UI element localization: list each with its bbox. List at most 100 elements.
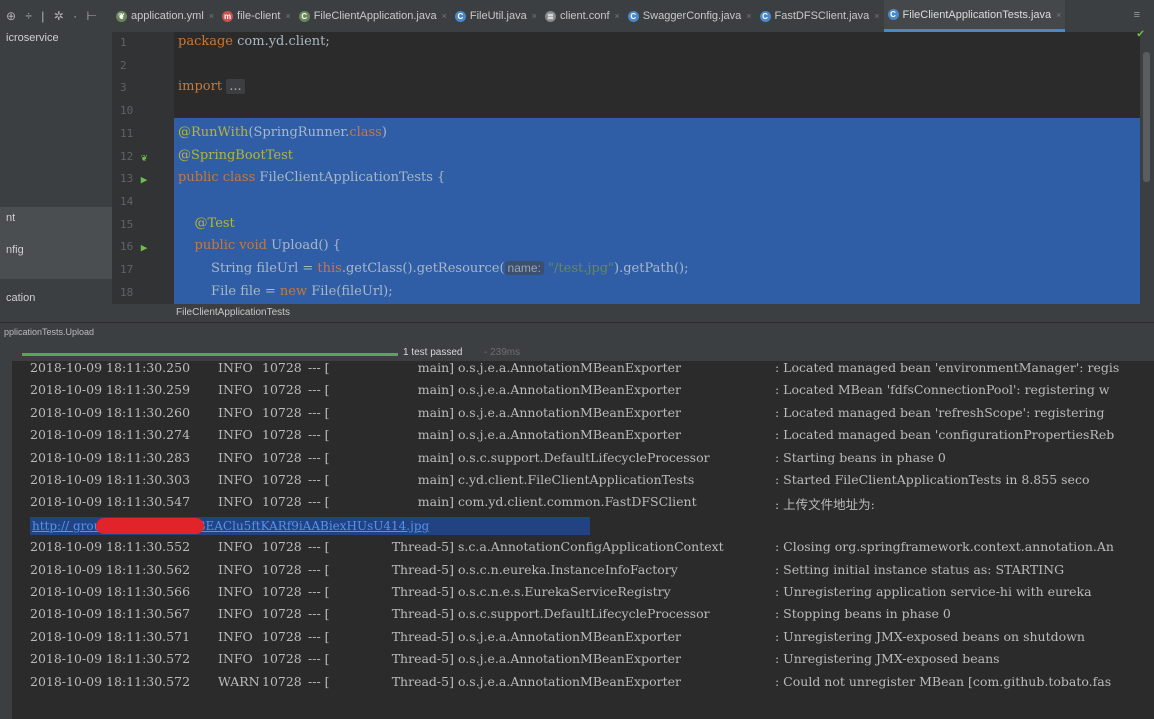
close-icon[interactable]: × — [615, 11, 620, 21]
code-token: File(fileUrl); — [311, 283, 393, 299]
log-ts: 2018-10-09 18:11:30.259 — [30, 382, 191, 398]
log-logger: o.s.j.e.a.AnnotationMBeanExporter — [458, 382, 681, 398]
class-c-icon: C — [887, 9, 899, 20]
console-line[interactable]: 2018-10-09 18:11:30.566 INFO 10728 --- [Thr… — [12, 581, 1154, 603]
log-ts: 2018-10-09 18:11:30.274 — [30, 427, 191, 443]
console-line[interactable]: 2018-10-09 18:11:30.567 INFO 10728 --- [Thr… — [12, 603, 1154, 625]
console-line[interactable]: 2018-10-09 18:11:30.562 INFO 10728 --- [Thr… — [12, 559, 1154, 581]
close-icon[interactable]: × — [1056, 10, 1061, 20]
code-line[interactable]: import ... — [178, 79, 245, 95]
close-icon[interactable]: × — [874, 11, 879, 21]
code-token: ... — [226, 79, 245, 95]
close-icon[interactable]: × — [285, 11, 290, 21]
tab-fileclientapplicationtests-java[interactable]: C FileClientApplicationTests.java × — [883, 0, 1066, 32]
code-line[interactable]: @SpringBootTest — [178, 148, 293, 163]
run-config-name[interactable]: pplicationTests.Upload — [4, 327, 94, 337]
console-line[interactable]: 2018-10-09 18:11:30.547 INFO 10728 --- [mai… — [12, 491, 1154, 513]
project-item[interactable]: icroservice — [6, 32, 59, 44]
code-token: this — [317, 261, 342, 276]
close-icon[interactable]: × — [532, 11, 537, 21]
log-sep: --- [ — [308, 673, 330, 689]
test-progress-bar — [22, 353, 398, 356]
log-pid: 10728 — [262, 628, 302, 644]
log-pid: 10728 — [262, 584, 302, 599]
code-line[interactable]: String fileUrl = this.getClass().getReso… — [178, 261, 688, 276]
console-line[interactable]: 2018-10-09 18:11:30.571 INFO 10728 --- [Thr… — [12, 626, 1154, 648]
project-item[interactable]: nfig — [6, 244, 24, 256]
scrollbar-thumb[interactable] — [1143, 52, 1150, 182]
console-line[interactable]: 2018-10-09 18:11:30.552 INFO 10728 --- [Thr… — [12, 536, 1154, 558]
class-c-icon: C — [759, 10, 771, 22]
close-icon[interactable]: × — [442, 11, 447, 21]
console-url-link[interactable]: http:// group1/M00/00/00/rBEAClu5ftKARf9… — [30, 516, 590, 535]
inspection-ok-icon[interactable]: ✔ — [1137, 26, 1144, 40]
tab-swaggerconfig-java[interactable]: C SwaggerConfig.java × — [624, 0, 756, 32]
log-level: INFO — [218, 651, 253, 667]
console-line[interactable]: 2018-10-09 18:11:30.283 INFO 10728 --- [mai… — [12, 447, 1154, 469]
console-line[interactable]: 2018-10-09 18:11:30.260 INFO 10728 --- [mai… — [12, 402, 1154, 424]
log-msg: : Setting initial instance status as: ST… — [775, 561, 1065, 577]
console-line[interactable]: 2018-10-09 18:11:30.572 WARN 10728 --- [Thr… — [12, 671, 1154, 693]
line-number: 14 — [120, 194, 134, 208]
console-line[interactable]: 2018-10-09 18:11:30.259 INFO 10728 --- [mai… — [12, 379, 1154, 401]
log-logger: com.yd.client.common.FastDFSClient — [458, 494, 697, 510]
log-thread: main] — [417, 472, 454, 487]
log-ts: 2018-10-09 18:11:30.303 — [30, 472, 191, 487]
code-token: name: — [504, 261, 544, 275]
text-selection — [174, 118, 1140, 304]
log-msg: : Starting beans in phase 0 — [775, 449, 946, 465]
log-sep: --- [ — [308, 584, 330, 599]
code-token: (SpringRunner. — [248, 124, 350, 140]
console-line[interactable]: 2018-10-09 18:11:30.274 INFO 10728 --- [mai… — [12, 424, 1154, 446]
log-thread: main] — [417, 404, 454, 420]
log-ts: 2018-10-09 18:11:30.572 — [30, 673, 191, 689]
project-selection — [0, 207, 112, 279]
console-line[interactable]: 2018-10-09 18:11:30.572 INFO 10728 --- [Thr… — [12, 648, 1154, 670]
code-line[interactable]: @RunWith(SpringRunner.class) — [178, 125, 387, 140]
code-token: .getClass().getResource( — [341, 261, 505, 276]
log-level: INFO — [218, 427, 253, 443]
code-line[interactable]: package com.yd.client; — [178, 34, 330, 49]
console-line[interactable]: 2018-10-09 18:11:30.250 INFO 10728 --- [mai… — [12, 361, 1154, 379]
project-item[interactable]: nt — [6, 212, 15, 224]
log-level: INFO — [218, 561, 253, 577]
log-pid: 10728 — [262, 472, 302, 487]
code-line[interactable]: @Test — [178, 216, 235, 231]
log-msg: : Could not unregister MBean [com.github… — [775, 673, 1112, 689]
log-sep: --- [ — [308, 449, 330, 465]
console-output[interactable]: 2018-10-09 18:11:30.250 INFO 10728 --- [mai… — [12, 361, 1154, 719]
toolbar-icons[interactable]: ⊕ ÷ | ✲ · ⊢ — [6, 9, 100, 23]
tab-fileclientapplication-java[interactable]: C FileClientApplication.java × — [295, 0, 451, 32]
tab-application-yml[interactable]: ❦ application.yml × — [112, 0, 218, 32]
log-sep: --- [ — [308, 382, 330, 398]
console-line[interactable]: 2018-10-09 18:11:30.303 INFO 10728 --- [mai… — [12, 469, 1154, 491]
tab-fastdfsclient-java[interactable]: C FastDFSClient.java × — [756, 0, 884, 32]
code-line[interactable]: File file = new File(fileUrl); — [178, 284, 393, 299]
tab-client-conf[interactable]: ≣ client.conf × — [541, 0, 624, 32]
tab-overflow-icon[interactable]: ≡ — [1134, 9, 1140, 21]
tab-file-client[interactable]: m file-client × — [218, 0, 295, 32]
tab-label: SwaggerConfig.java — [642, 10, 742, 22]
url-text[interactable]: http:// group1/M00/00/00/rBEAClu5ftKARf9… — [32, 519, 429, 533]
close-icon[interactable]: × — [209, 11, 214, 21]
log-msg: : Unregistering JMX-exposed beans — [775, 651, 1000, 667]
log-logger: o.s.j.e.a.AnnotationMBeanExporter — [458, 404, 681, 420]
code-token: String fileUrl = — [178, 261, 318, 276]
code-line[interactable]: public class FileClientApplicationTests … — [178, 170, 445, 185]
log-thread: Thread-5] — [391, 673, 454, 689]
editor-scrollbar[interactable] — [1140, 32, 1154, 304]
log-thread: Thread-5] — [391, 651, 454, 667]
log-ts: 2018-10-09 18:11:30.547 — [30, 494, 191, 510]
run-test-icon[interactable]: ▶ — [138, 174, 150, 186]
code-line[interactable]: public void Upload() { — [178, 238, 341, 253]
log-msg: : Closing org.springframework.context.an… — [775, 539, 1114, 555]
spring-bean-icon[interactable]: ❦ — [138, 151, 150, 164]
line-number: 17 — [120, 263, 134, 276]
tab-fileutil-java[interactable]: C FileUtil.java × — [451, 0, 541, 32]
close-icon[interactable]: × — [746, 11, 751, 21]
run-test-icon[interactable]: ▶ — [138, 242, 150, 254]
breadcrumb-item[interactable]: FileClientApplicationTests — [176, 307, 290, 318]
log-sep: --- [ — [308, 651, 330, 667]
project-item[interactable]: cation — [6, 292, 35, 304]
code-editor[interactable]: package com.yd.client; import ... @RunWith… — [174, 32, 1140, 304]
